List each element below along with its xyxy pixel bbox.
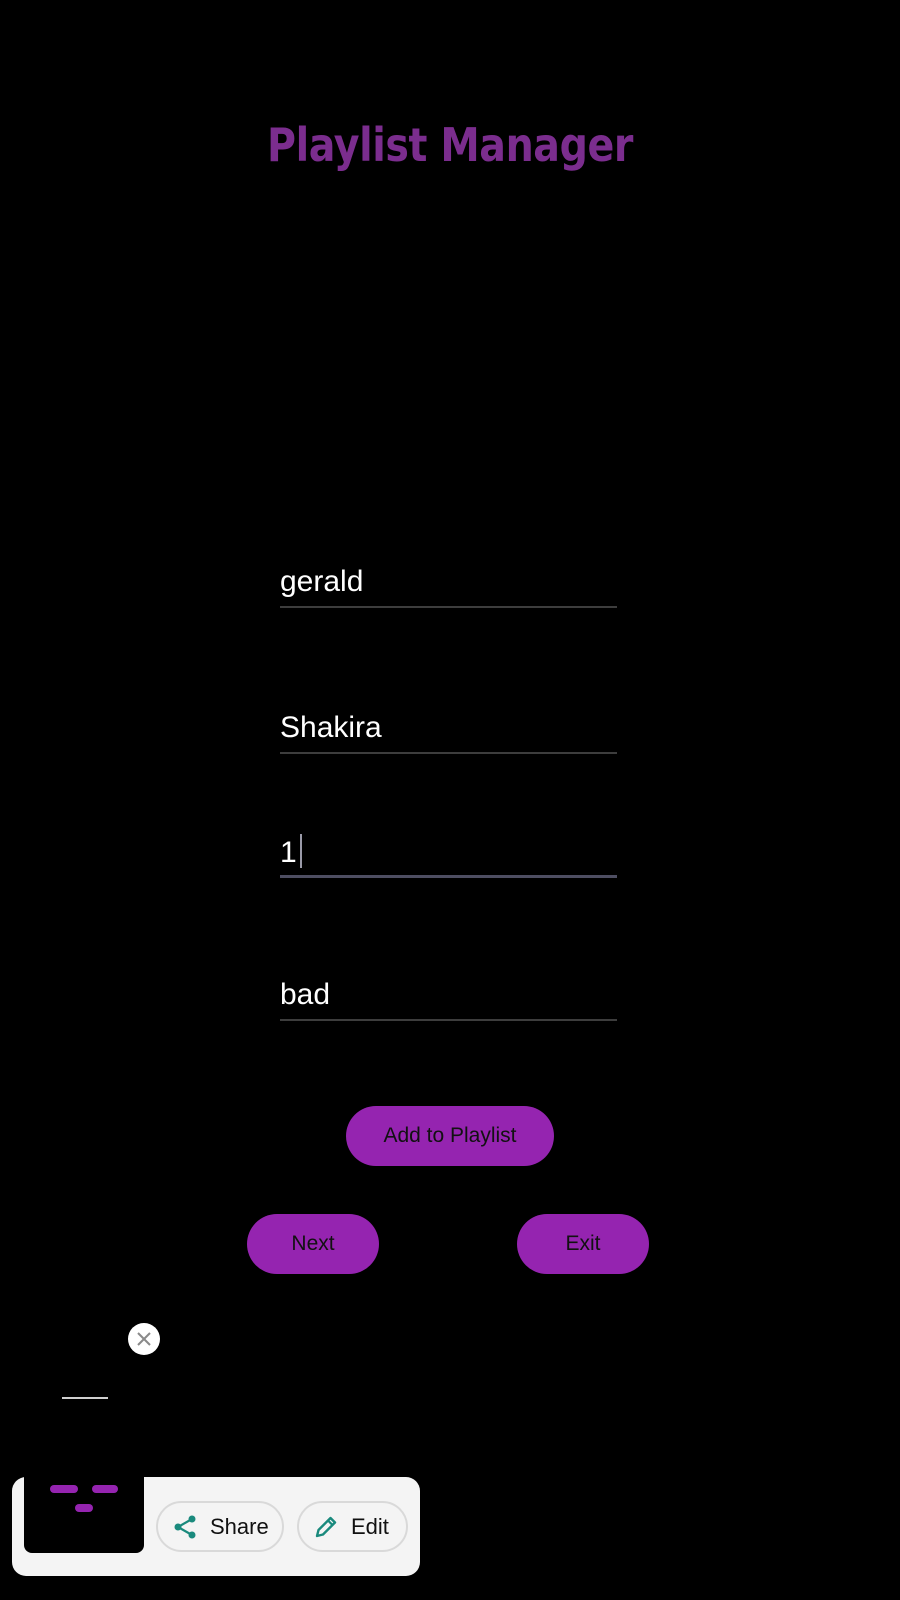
exit-button[interactable]: Exit [517,1214,649,1274]
text-caret [299,834,302,868]
next-button[interactable]: Next [247,1214,379,1274]
number-field-value: 1 [280,836,297,869]
screenshot-preview-fragment [40,1390,130,1410]
screenshot-thumbnail[interactable] [24,1477,144,1553]
close-icon[interactable] [128,1323,160,1355]
thumbnail-mini-button [92,1485,118,1493]
preview-line [62,1397,108,1399]
artist-field[interactable]: Shakira [280,710,617,754]
name-field[interactable]: gerald [280,564,617,608]
artist-field-value: Shakira [280,711,382,744]
name-field-value: gerald [280,565,364,598]
edit-button[interactable]: Edit [297,1501,408,1552]
number-field[interactable]: 1 [280,834,617,878]
page-title: Playlist Manager [267,118,633,172]
add-to-playlist-button[interactable]: Add to Playlist [346,1106,554,1166]
share-label: Share [210,1513,269,1539]
thumbnail-mini-button [75,1504,93,1512]
rating-field[interactable]: bad [280,977,617,1021]
share-button[interactable]: Share [156,1501,284,1552]
rating-field-value: bad [280,978,331,1011]
thumbnail-mini-button [50,1485,78,1493]
pencil-icon [315,1516,337,1537]
edit-label: Edit [351,1513,389,1539]
share-icon [174,1515,196,1538]
